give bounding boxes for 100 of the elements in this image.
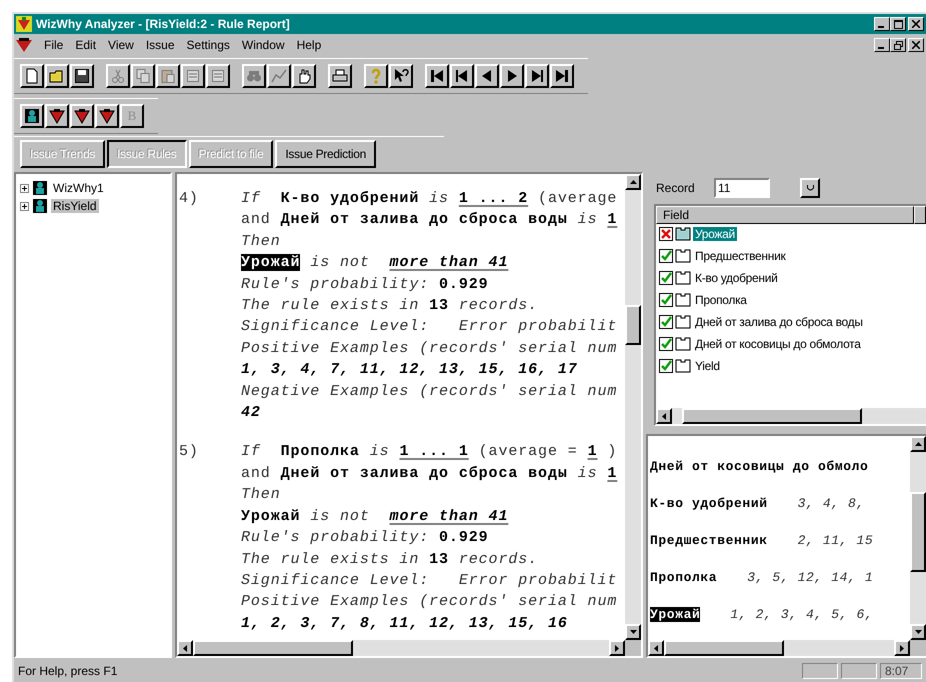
- field-item[interactable]: Дней от залива до сброса воды: [693, 315, 865, 329]
- field-item[interactable]: Дней от косовицы до обмолота: [693, 337, 863, 351]
- summary-line: Прополка 3, 5, 12, 14, 1: [650, 569, 874, 586]
- toolbar-button[interactable]: [450, 64, 474, 88]
- scroll-thumb[interactable]: [910, 492, 926, 572]
- record-button[interactable]: [800, 178, 820, 198]
- menu-item[interactable]: Settings: [180, 38, 236, 52]
- field-icon: [675, 315, 691, 329]
- report-line: and Дней от залива до сброса воды is 1: [241, 210, 618, 230]
- scroll-thumb[interactable]: [625, 305, 641, 345]
- record-field[interactable]: 11: [714, 178, 770, 198]
- toolbar-button[interactable]: [70, 64, 94, 88]
- tree-item[interactable]: RisYield: [51, 199, 99, 213]
- toolbar-button[interactable]: [20, 64, 44, 88]
- scroll-thumb[interactable]: [682, 408, 862, 424]
- toolbar-button[interactable]: [328, 64, 352, 88]
- last-record-icon: [554, 68, 570, 84]
- expand-icon[interactable]: [20, 202, 29, 210]
- document-icon: [210, 68, 226, 84]
- summary-line: К-во удобрений 3, 4, 8,: [650, 495, 866, 512]
- menu-item[interactable]: File: [38, 38, 70, 52]
- checkbox[interactable]: [659, 359, 673, 373]
- toolbar-button[interactable]: [45, 64, 69, 88]
- close-icon: [912, 20, 920, 28]
- scrollbar-corner: [910, 640, 926, 656]
- menu-item[interactable]: Issue: [140, 38, 181, 52]
- toolbar-button[interactable]: [45, 104, 69, 128]
- restore-document-button[interactable]: [890, 38, 906, 52]
- field-item[interactable]: Прополка: [693, 293, 749, 307]
- field-item[interactable]: К-во удобрений: [693, 271, 780, 285]
- scrollbar-corner: [625, 640, 641, 656]
- toolbar-button[interactable]: [364, 64, 388, 88]
- report-line: Positive Examples (records' serial num: [241, 338, 618, 359]
- close-button[interactable]: [908, 17, 924, 31]
- toolbar-button[interactable]: [475, 64, 499, 88]
- column-header[interactable]: Field: [656, 206, 914, 224]
- toolbar-button[interactable]: [292, 64, 316, 88]
- report-line: The rule exists in 13 records.: [241, 550, 540, 570]
- document-menu-icon[interactable]: [16, 38, 32, 52]
- scroll-thumb[interactable]: [664, 640, 784, 656]
- report-line: and Дней от залива до сброса воды is 1: [241, 464, 618, 484]
- menu-item[interactable]: Edit: [69, 38, 102, 52]
- report-line: 1, 2, 3, 7, 8, 11, 12, 13, 15, 16: [241, 614, 569, 634]
- app-icon: [16, 16, 32, 32]
- clipboard-icon: [160, 68, 176, 84]
- summary-line: Предшественник 2, 11, 15: [650, 532, 874, 549]
- toolbar-button[interactable]: [95, 104, 119, 128]
- column-header[interactable]: [914, 206, 926, 224]
- report-line: Positive Examples (records' serial num: [241, 592, 618, 612]
- left-arrow-icon: [662, 412, 666, 420]
- vertical-scrollbar[interactable]: [910, 436, 926, 640]
- tree-item[interactable]: WizWhy1: [51, 181, 106, 195]
- horizontal-scrollbar[interactable]: [656, 408, 926, 424]
- marker-icon: [99, 108, 115, 124]
- toolbar-button[interactable]: [500, 64, 524, 88]
- horizontal-scrollbar[interactable]: [648, 640, 910, 656]
- field-item[interactable]: Yield: [693, 359, 722, 373]
- toolbar-button[interactable]: [525, 64, 549, 88]
- report-line: Rule's probability: 0.929: [241, 274, 490, 295]
- toolbar-button[interactable]: [550, 64, 574, 88]
- menu-item[interactable]: Window: [236, 38, 291, 52]
- status-panel: [841, 663, 877, 679]
- window-title: WizWhy Analyzer - [RisYield:2 - Rule Report]: [36, 17, 290, 31]
- field-item[interactable]: Предшественник: [693, 249, 788, 263]
- report-line: Then: [241, 485, 282, 506]
- document-icon: [185, 68, 201, 84]
- close-document-button[interactable]: [908, 38, 924, 52]
- horizontal-scrollbar[interactable]: [177, 640, 625, 656]
- toolbar-button[interactable]: [425, 64, 449, 88]
- checkbox[interactable]: [659, 315, 673, 329]
- field-icon: [675, 227, 691, 241]
- checkbox[interactable]: [659, 227, 673, 241]
- up-arrow-icon: [914, 442, 922, 446]
- checkbox[interactable]: [659, 249, 673, 263]
- minimize-document-button[interactable]: [874, 38, 890, 52]
- toolbar-button[interactable]: [70, 104, 94, 128]
- down-chevron-icon: [806, 185, 814, 191]
- scroll-thumb[interactable]: [193, 640, 353, 656]
- context-help-icon: [393, 68, 409, 84]
- maximize-button[interactable]: [890, 17, 906, 31]
- minimize-button[interactable]: [874, 17, 890, 31]
- left-arrow-icon: [183, 644, 187, 652]
- field-item[interactable]: Урожай: [693, 227, 737, 241]
- report-line: 42: [241, 403, 262, 424]
- vertical-scrollbar[interactable]: [625, 174, 641, 640]
- toolbar-button[interactable]: [389, 64, 413, 88]
- figure-icon: [24, 108, 40, 124]
- action-button[interactable]: Issue Prediction: [275, 140, 376, 168]
- checkbox[interactable]: [659, 337, 673, 351]
- status-panel: [802, 663, 838, 679]
- checkbox[interactable]: [659, 293, 673, 307]
- expand-icon[interactable]: [20, 184, 29, 192]
- toolbar-button[interactable]: [20, 104, 44, 128]
- menu-item[interactable]: View: [102, 38, 140, 52]
- checkbox[interactable]: [659, 271, 673, 285]
- down-arrow-icon: [914, 630, 922, 634]
- close-icon: [912, 41, 920, 49]
- marker-icon: [49, 108, 65, 124]
- menu-item[interactable]: Help: [290, 38, 328, 52]
- previous-page-icon: [454, 68, 470, 84]
